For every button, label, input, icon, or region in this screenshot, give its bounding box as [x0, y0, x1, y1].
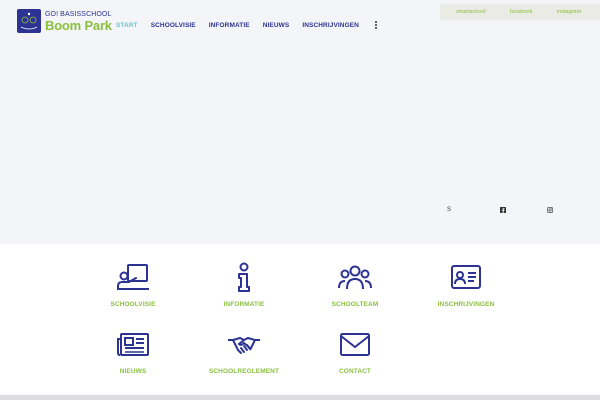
- smartschool-link[interactable]: smartschool: [456, 9, 486, 15]
- more-menu-icon[interactable]: [373, 20, 379, 30]
- main-nav: START SCHOOLVISIE INFORMATIE NIEUWS INSC…: [116, 20, 379, 30]
- team-icon: [338, 265, 372, 290]
- school-logo[interactable]: GO! BASISSCHOOL Boom Park: [17, 9, 112, 33]
- nav-item-nieuws[interactable]: NIEUWS: [263, 22, 290, 29]
- logo-line-1: GO! BASISSCHOOL: [45, 10, 112, 18]
- tile-label: CONTACT: [339, 368, 371, 375]
- handshake-icon: [228, 336, 260, 354]
- tile-label: SCHOOLTEAM: [331, 301, 379, 308]
- footer-strip: [0, 395, 600, 400]
- tile-inschrijvingen[interactable]: INSCHRIJVINGEN: [416, 262, 516, 308]
- facebook-square-icon[interactable]: [500, 207, 506, 215]
- social-top-bar: smartschool facebook instagram: [440, 4, 600, 20]
- info-icon: [238, 262, 250, 292]
- tile-contact[interactable]: CONTACT: [305, 331, 405, 375]
- tile-label: SCHOOLVISIE: [110, 301, 156, 308]
- instagram-icon[interactable]: [547, 207, 554, 215]
- smartschool-icon[interactable]: S: [447, 207, 451, 213]
- envelope-icon: [340, 333, 370, 356]
- id-card-icon: [451, 265, 481, 289]
- hero-banner: [0, 0, 600, 244]
- page: GO! BASISSCHOOL Boom Park START SCHOOLVI…: [0, 0, 600, 400]
- tile-label: INFORMATIE: [223, 301, 265, 308]
- facebook-link[interactable]: facebook: [510, 9, 532, 15]
- tile-label: SCHOOLREGLEMENT: [208, 368, 280, 375]
- logo-line-2: Boom Park: [45, 17, 112, 33]
- tile-nieuws[interactable]: NIEUWS: [83, 331, 183, 375]
- instagram-link[interactable]: instagram: [557, 9, 581, 15]
- tile-schoolreglement[interactable]: SCHOOLREGLEMENT: [194, 331, 294, 375]
- nav-item-start[interactable]: START: [116, 22, 138, 29]
- logo-badge-icon: [17, 9, 41, 33]
- tile-schoolteam[interactable]: SCHOOLTEAM: [305, 262, 405, 308]
- tile-informatie[interactable]: INFORMATIE: [194, 262, 294, 308]
- tile-label: NIEUWS: [119, 368, 147, 375]
- nav-item-schoolvisie[interactable]: SCHOOLVISIE: [151, 22, 196, 29]
- nav-item-inschrijvingen[interactable]: INSCHRIJVINGEN: [302, 22, 359, 29]
- nav-item-informatie[interactable]: INFORMATIE: [209, 22, 250, 29]
- newspaper-icon: [117, 333, 149, 356]
- teacher-board-icon: [117, 264, 149, 290]
- tile-label: INSCHRIJVINGEN: [437, 301, 495, 308]
- tile-schoolvisie[interactable]: SCHOOLVISIE: [83, 262, 183, 308]
